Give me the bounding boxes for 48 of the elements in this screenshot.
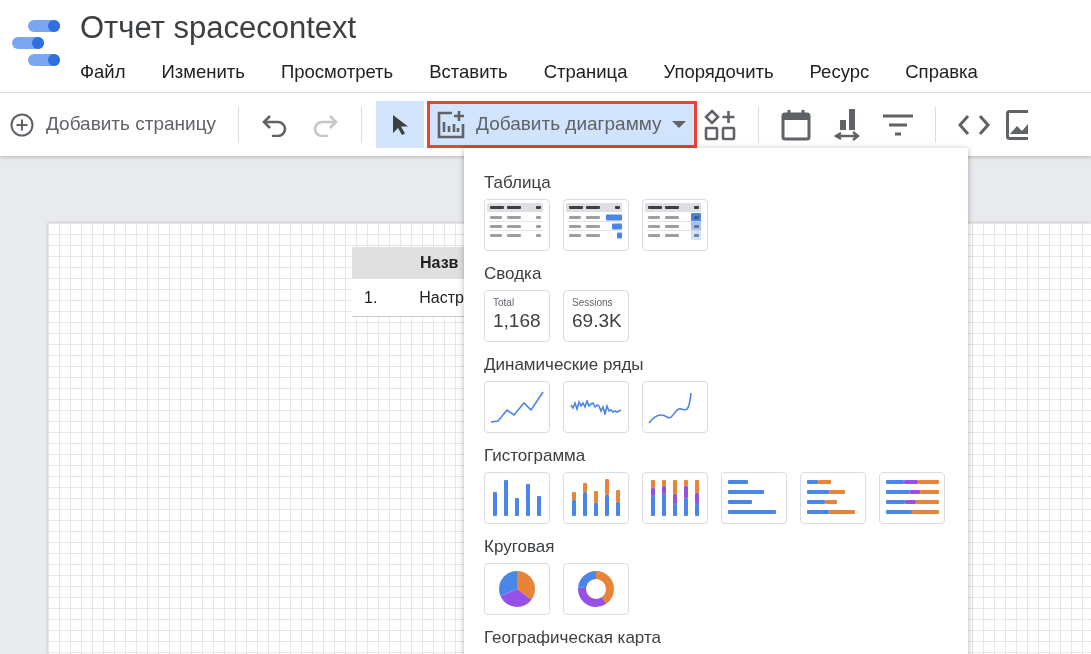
- filter-icon: [882, 113, 913, 136]
- caret-icon: [671, 120, 686, 129]
- section-title: Географическая карта: [484, 627, 662, 649]
- menu-item[interactable]: Вставить: [429, 58, 508, 86]
- add-page-button[interactable]: Добавить страницу: [10, 110, 217, 139]
- chart-add-icon: [436, 109, 467, 140]
- line-chart-thumbnail-icon: [490, 391, 544, 423]
- chart-type-option[interactable]: [563, 563, 629, 615]
- add-chart-button[interactable]: Добавить диаграмму: [427, 101, 697, 148]
- select-tool-button[interactable]: [376, 101, 425, 148]
- code-icon: [957, 113, 990, 136]
- scorecard-label: Total: [493, 297, 515, 309]
- menu-item[interactable]: Справка: [905, 58, 978, 86]
- table-cell-text: 1.: [363, 287, 379, 308]
- menu-item[interactable]: Файл: [80, 58, 126, 86]
- calendar-icon: [780, 108, 811, 141]
- menu-item[interactable]: Просмотреть: [280, 58, 394, 86]
- chart-type-option[interactable]: [642, 199, 708, 251]
- redo-icon: [311, 112, 340, 137]
- section-title: Динамические ряды: [484, 354, 645, 376]
- section-title: Сводка: [484, 263, 543, 285]
- image-icon: [1005, 109, 1028, 140]
- chart-type-option[interactable]: [642, 472, 708, 524]
- scorecard-value: 69.3K: [572, 309, 622, 333]
- chart-type-option[interactable]: [484, 199, 550, 251]
- menu-item[interactable]: Ресурс: [809, 58, 870, 86]
- noisy-line-chart-thumbnail-icon: [570, 399, 622, 415]
- report-title: Отчет spacecontext: [80, 9, 358, 47]
- menu-item[interactable]: Страница: [543, 58, 628, 86]
- table-cell-text: Настр: [419, 287, 464, 308]
- menu-item[interactable]: Упорядочить: [663, 58, 774, 86]
- chart-type-option[interactable]: [484, 563, 550, 615]
- sort-bars-icon: [832, 107, 861, 142]
- plus-circle-icon: [10, 112, 34, 137]
- scorecard-option[interactable]: Sessions 69.3K: [563, 290, 629, 342]
- section-title: Таблица: [484, 172, 552, 194]
- cursor-icon: [391, 113, 410, 136]
- scorecard-option[interactable]: Total 1,168: [484, 290, 550, 342]
- logo-icon: [12, 20, 60, 66]
- section-title: Гистограмма: [484, 445, 587, 467]
- section-title: Круговая: [484, 536, 556, 558]
- menu-item[interactable]: Изменить: [161, 58, 245, 86]
- scorecard-label: Sessions: [572, 297, 613, 309]
- chart-type-option[interactable]: [563, 199, 629, 251]
- chart-type-option[interactable]: [879, 472, 945, 524]
- table-header: Назв: [420, 253, 459, 273]
- scorecard-value: 1,168: [493, 309, 541, 333]
- shapes-add-icon: [703, 108, 736, 141]
